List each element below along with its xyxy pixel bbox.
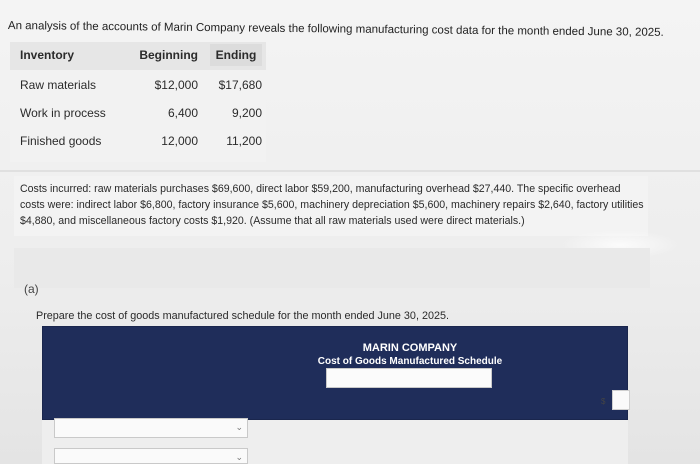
row-beginning: 12,000 — [161, 134, 198, 148]
table-header-row: Inventory Beginning Ending — [10, 42, 266, 70]
row-ending: 11,200 — [226, 134, 262, 148]
schedule-header-panel: MARIN COMPANY Cost of Goods Manufactured… — [42, 326, 628, 420]
row-beginning: 6,400 — [167, 106, 198, 120]
line-item-select[interactable]: ⌄ — [54, 418, 248, 438]
currency-symbol: $ — [601, 397, 606, 406]
schedule-period-input[interactable] — [326, 368, 492, 388]
row-ending: 9,200 — [231, 106, 262, 120]
row-label: Finished goods — [20, 134, 102, 148]
section-divider — [0, 170, 700, 172]
header-beginning: Beginning — [139, 48, 198, 62]
row-ending: $17,680 — [218, 78, 262, 92]
costs-incurred-box: Costs incurred: raw materials purchases … — [14, 176, 648, 236]
company-name: MARIN COMPANY — [362, 342, 458, 354]
row-label: Work in process — [20, 106, 106, 120]
page: An analysis of the accounts of Marin Com… — [0, 0, 700, 464]
header-ending: Ending — [210, 44, 262, 66]
table-row: Raw materials $12,000 $17,680 — [10, 72, 266, 98]
instruction-text: Prepare the cost of goods manufactured s… — [36, 310, 449, 322]
table-row: Work in process 6,400 9,200 — [10, 100, 266, 126]
amount-input[interactable] — [612, 390, 630, 410]
line-item-select[interactable]: ⌄ — [54, 448, 248, 464]
costs-incurred-text: Costs incurred: raw materials purchases … — [20, 183, 644, 227]
schedule-title: Cost of Goods Manufactured Schedule — [317, 356, 503, 367]
row-beginning: $12,000 — [154, 78, 198, 92]
row-label: Raw materials — [20, 78, 97, 92]
table-row: Finished goods 12,000 11,200 — [10, 128, 266, 154]
chevron-down-icon: ⌄ — [235, 422, 243, 432]
chevron-down-icon: ⌄ — [235, 452, 243, 462]
part-a-section: (a) — [14, 248, 650, 296]
problem-intro: An analysis of the accounts of Marin Com… — [7, 20, 664, 39]
header-inventory: Inventory — [20, 48, 75, 62]
part-label: (a) — [24, 282, 39, 296]
inventory-table: Inventory Beginning Ending Raw materials… — [10, 42, 266, 162]
